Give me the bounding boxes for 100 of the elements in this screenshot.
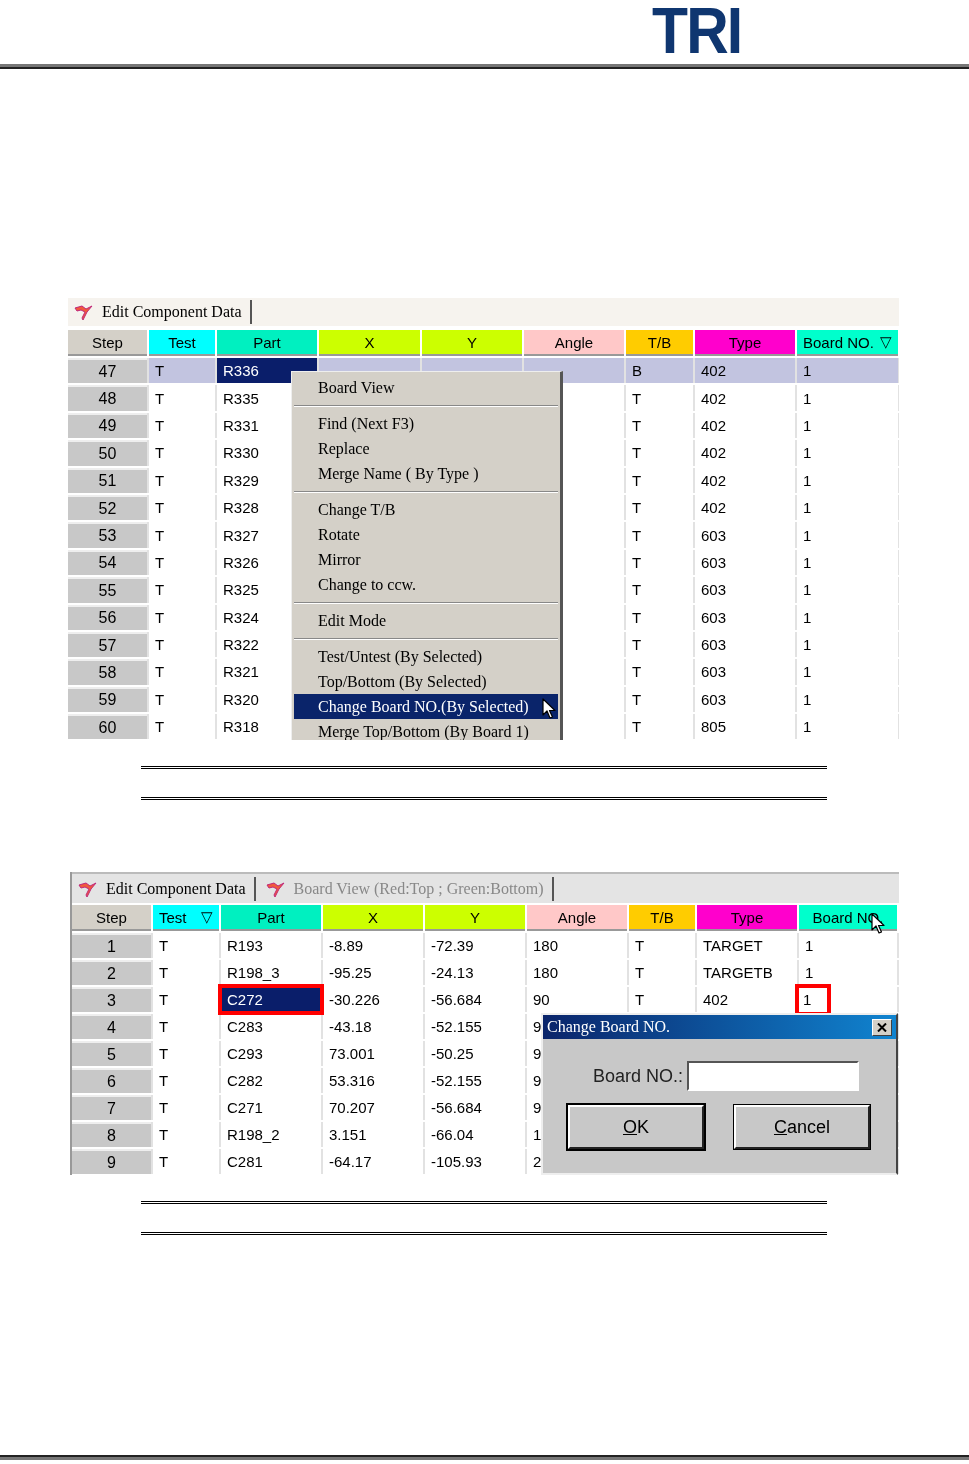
column-header[interactable]: Test	[149, 330, 215, 356]
row-header[interactable]: 1	[72, 933, 151, 958]
row-header[interactable]: 51	[68, 467, 147, 493]
table-cell: 603	[695, 522, 795, 548]
tab-icon	[74, 303, 94, 321]
table-cell: 1	[797, 494, 898, 521]
row-header[interactable]: 4	[72, 1014, 151, 1039]
table-cell: 1	[797, 714, 898, 740]
row-header[interactable]: 9	[72, 1149, 151, 1174]
table-cell: -64.17	[323, 1149, 423, 1174]
table-cell: T	[149, 358, 215, 384]
table-cell: 1	[797, 659, 898, 685]
table-cell: T	[626, 467, 693, 493]
table-cell: T	[149, 467, 215, 493]
table-cell: T	[626, 604, 693, 630]
row-header[interactable]: 6	[72, 1068, 151, 1093]
table-cell: T	[153, 960, 219, 985]
table-cell: T	[149, 659, 215, 685]
table-cell: T	[149, 549, 215, 576]
table-cell: R193	[221, 933, 321, 958]
table-cell: 603	[695, 631, 795, 658]
table-cell: T	[149, 522, 215, 548]
table-cell: T	[153, 1149, 219, 1174]
table-cell: T	[629, 987, 695, 1012]
table-cell: 1	[797, 604, 898, 630]
table-cell: T	[629, 933, 695, 958]
column-header[interactable]: Type	[697, 905, 797, 931]
table-cell: T	[149, 714, 215, 740]
cancel-button[interactable]: Cancel	[734, 1105, 870, 1149]
row-header[interactable]: 8	[72, 1122, 151, 1147]
column-header[interactable]: T/B	[626, 330, 693, 356]
table-cell: 1	[797, 412, 898, 439]
row-header[interactable]: 55	[68, 577, 147, 603]
table-cell: 1	[797, 522, 898, 548]
ok-button[interactable]: OK	[568, 1105, 704, 1149]
row-header[interactable]: 54	[68, 549, 147, 576]
column-header[interactable]: Angle	[524, 330, 624, 356]
table-cell: T	[149, 494, 215, 521]
row-header[interactable]: 60	[68, 714, 147, 740]
column-header[interactable]: T/B	[629, 905, 695, 931]
table-cell: -105.93	[425, 1149, 525, 1174]
column-header[interactable]: Part	[217, 330, 317, 356]
row-header[interactable]: 5	[72, 1041, 151, 1066]
table-cell: 1	[797, 549, 898, 576]
input-field[interactable]	[687, 1061, 860, 1091]
row-header[interactable]: 59	[68, 686, 147, 713]
column-header[interactable]: Board NO. ▽	[797, 330, 898, 356]
table-cell: T	[153, 933, 219, 958]
table-cell: 53.316	[323, 1068, 423, 1093]
table-cell: T	[626, 659, 693, 685]
table-cell: 1	[797, 440, 898, 466]
row-header[interactable]: 58	[68, 659, 147, 685]
table-cell: 402	[697, 987, 797, 1012]
table-cell: R198_2	[221, 1122, 321, 1147]
table-cell: T	[149, 412, 215, 439]
row-header[interactable]: 47	[68, 358, 147, 384]
table-cell: T	[149, 385, 215, 411]
row-header[interactable]: 57	[68, 631, 147, 658]
column-header[interactable]: X	[319, 330, 420, 356]
menu-item[interactable]: Change Board NO.(By Selected)	[294, 694, 558, 719]
column-header[interactable]: Test ▽	[153, 905, 219, 931]
close-button[interactable]	[872, 1018, 892, 1036]
column-header[interactable]: Step	[68, 330, 147, 356]
table-cell: C283	[221, 1014, 321, 1039]
column-header[interactable]: Type	[695, 330, 795, 356]
tab[interactable]: Edit Component Data	[70, 300, 252, 324]
table-cell: C282	[221, 1068, 321, 1093]
column-header[interactable]: Y	[422, 330, 522, 356]
table-cell: -52.155	[425, 1068, 525, 1093]
table-cell: -95.25	[323, 960, 423, 985]
row-header[interactable]: 52	[68, 494, 147, 521]
table-cell: T	[153, 1122, 219, 1147]
row-header[interactable]: 56	[68, 604, 147, 630]
tab[interactable]: Edit Component Data	[74, 876, 256, 901]
table-cell: 1	[797, 467, 898, 493]
table-cell: 70.207	[323, 1095, 423, 1120]
table-cell: T	[626, 412, 693, 439]
row-header[interactable]: 49	[68, 412, 147, 439]
table-cell: -43.18	[323, 1014, 423, 1039]
table-cell: 1	[797, 577, 898, 603]
table-cell: 402	[695, 358, 795, 384]
table-cell: 402	[695, 440, 795, 466]
column-header[interactable]: Part	[221, 905, 321, 931]
cursor-icon	[542, 698, 556, 720]
column-header[interactable]: Y	[425, 905, 525, 931]
row-header[interactable]: 53	[68, 522, 147, 548]
row-header[interactable]: 7	[72, 1095, 151, 1120]
table-cell: T	[153, 1095, 219, 1120]
row-header[interactable]: 2	[72, 960, 151, 985]
row-header[interactable]: 3	[72, 987, 151, 1012]
row-header[interactable]: 48	[68, 385, 147, 411]
table-cell: TARGET	[697, 933, 797, 958]
table-cell: 603	[695, 604, 795, 630]
table-cell: C281	[221, 1149, 321, 1174]
column-header[interactable]: Angle	[527, 905, 627, 931]
table-cell: 73.001	[323, 1041, 423, 1066]
table-cell: 603	[695, 659, 795, 685]
column-header[interactable]: Step	[72, 905, 151, 931]
row-header[interactable]: 50	[68, 440, 147, 466]
column-header[interactable]: X	[323, 905, 423, 931]
